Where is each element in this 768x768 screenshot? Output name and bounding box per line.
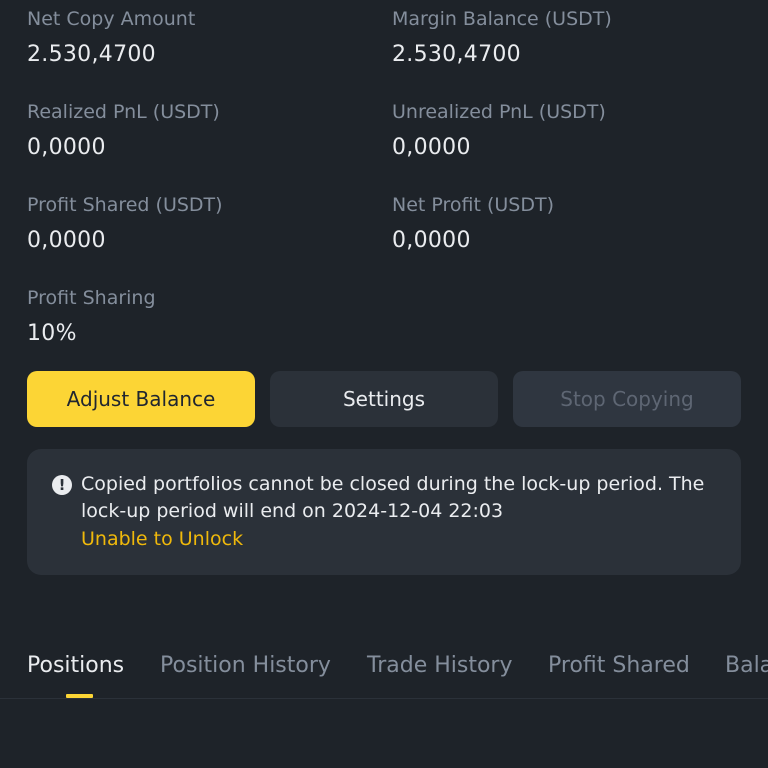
- stat-label: Realized PnL (USDT): [27, 101, 220, 123]
- stat-value: 2.530,4700: [392, 42, 521, 67]
- tab-profit-shared[interactable]: Profit Shared: [548, 650, 690, 682]
- stat-value: 10%: [27, 321, 77, 346]
- stat-label: Margin Balance (USDT): [392, 8, 612, 30]
- stop-copying-button[interactable]: Stop Copying: [513, 371, 741, 427]
- tab-bar: Positions Position History Trade History…: [0, 640, 768, 699]
- stat-value: 0,0000: [392, 135, 471, 160]
- action-buttons: Adjust Balance Settings Stop Copying: [27, 371, 741, 427]
- stat-label: Net Copy Amount: [27, 8, 196, 30]
- net-copy-amount: Net Copy Amount 2.530,4700: [27, 7, 367, 69]
- stat-label: Profit Sharing: [27, 287, 156, 309]
- unrealized-pnl: Unrealized PnL (USDT) 0,0000: [392, 100, 732, 162]
- profit-shared: Profit Shared (USDT) 0,0000: [27, 193, 367, 255]
- stat-value: 0,0000: [27, 135, 106, 160]
- stat-value: 2.530,4700: [27, 42, 156, 67]
- tab-balance[interactable]: Bala: [725, 650, 768, 682]
- lockup-notice: ! Copied portfolios cannot be closed dur…: [27, 449, 741, 575]
- margin-balance: Margin Balance (USDT) 2.530,4700: [392, 7, 732, 69]
- unable-to-unlock-link[interactable]: Unable to Unlock: [81, 526, 243, 553]
- tab-positions[interactable]: Positions: [27, 650, 124, 682]
- stat-label: Unrealized PnL (USDT): [392, 101, 606, 123]
- tab-trade-history[interactable]: Trade History: [367, 650, 513, 682]
- stat-value: 0,0000: [27, 228, 106, 253]
- stat-label: Profit Shared (USDT): [27, 194, 223, 216]
- tab-position-history[interactable]: Position History: [160, 650, 331, 682]
- profit-sharing: Profit Sharing 10%: [27, 286, 367, 348]
- notice-text: Copied portfolios cannot be closed durin…: [81, 473, 705, 522]
- exclamation-circle-icon: !: [52, 475, 72, 495]
- stat-value: 0,0000: [392, 228, 471, 253]
- realized-pnl: Realized PnL (USDT) 0,0000: [27, 100, 367, 162]
- active-tab-indicator: [66, 694, 93, 698]
- net-profit: Net Profit (USDT) 0,0000: [392, 193, 732, 255]
- settings-button[interactable]: Settings: [270, 371, 498, 427]
- stat-label: Net Profit (USDT): [392, 194, 555, 216]
- adjust-balance-button[interactable]: Adjust Balance: [27, 371, 255, 427]
